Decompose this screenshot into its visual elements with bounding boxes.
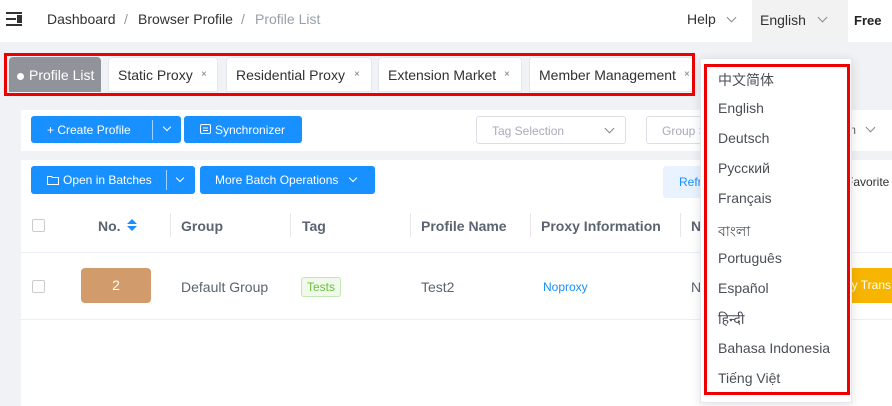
row-checkbox[interactable] xyxy=(32,280,45,293)
menu-collapse-icon[interactable] xyxy=(6,11,24,27)
row-proxy-link[interactable]: Noproxy xyxy=(543,280,588,294)
plan-label: Free xyxy=(854,13,882,28)
more-batch-operations-button[interactable]: More Batch Operations xyxy=(200,166,375,194)
folder-icon xyxy=(47,176,59,185)
language-label[interactable]: English xyxy=(760,12,806,28)
tag-badge: Tests xyxy=(301,277,342,297)
sort-icon[interactable] xyxy=(127,219,137,233)
tabs-highlight-box xyxy=(4,53,695,96)
create-profile-button[interactable]: + Create Profile xyxy=(31,116,181,143)
column-header-no[interactable]: No. xyxy=(98,218,121,234)
column-header-profile-name: Profile Name xyxy=(421,218,507,234)
group-selection-select[interactable]: Group S xyxy=(646,116,707,144)
breadcrumb-profile-list: Profile List xyxy=(255,11,321,27)
column-header-group: Group xyxy=(181,218,223,234)
breadcrumb-dashboard[interactable]: Dashboard xyxy=(47,11,116,27)
dropdown-highlight-box xyxy=(704,64,850,395)
select-all-checkbox[interactable] xyxy=(32,219,45,232)
tag-selection-select[interactable]: Tag Selection xyxy=(476,116,626,144)
column-header-proxy-information: Proxy Information xyxy=(541,218,661,234)
row-profile-name: Test2 xyxy=(421,279,455,295)
chevron-down-icon[interactable] xyxy=(175,173,185,183)
breadcrumb-separator: / xyxy=(124,11,128,27)
keyboard-icon xyxy=(200,124,211,134)
column-header-tag: Tag xyxy=(302,218,326,234)
profile-number-badge: 2 xyxy=(81,268,151,303)
favorite-filter[interactable]: Favorite xyxy=(846,175,889,189)
breadcrumb-browser-profile[interactable]: Browser Profile xyxy=(138,11,233,27)
row-group: Default Group xyxy=(181,279,269,295)
chevron-down-icon[interactable] xyxy=(162,122,172,132)
synchronizer-button[interactable]: Synchronizer xyxy=(184,116,302,143)
chevron-down-icon xyxy=(604,123,615,134)
open-in-batches-button[interactable]: Open in Batches xyxy=(31,166,195,194)
chevron-down-icon xyxy=(348,173,358,183)
help-menu[interactable]: Help xyxy=(687,11,716,27)
breadcrumb-separator: / xyxy=(241,11,245,27)
